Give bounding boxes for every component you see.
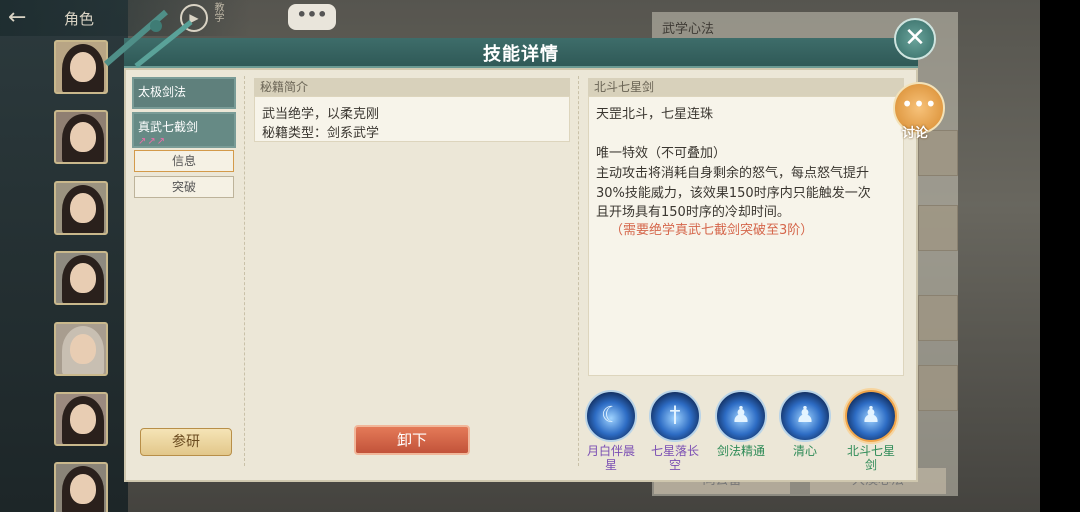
- character-portrait[interactable]: [54, 322, 108, 376]
- divider: [244, 76, 245, 466]
- back-arrow-icon[interactable]: ←: [8, 6, 46, 30]
- role-title: 角色: [64, 10, 95, 28]
- tutorial-label: 教学: [212, 2, 223, 22]
- detail-line: 主动攻击将消耗自身剩余的怒气，每点怒气提升: [596, 166, 870, 181]
- figure-icon: ♟: [845, 390, 897, 442]
- skill-seven-stars[interactable]: † 七星落长空: [647, 390, 703, 472]
- unload-button[interactable]: 卸下: [354, 425, 470, 455]
- background-slot: [918, 205, 958, 251]
- character-portrait[interactable]: [54, 251, 108, 305]
- character-portrait[interactable]: [54, 110, 108, 164]
- sword-circle-icon: †: [649, 390, 701, 442]
- skill-tab-label: 真武七截剑: [138, 120, 199, 134]
- skill-name: 七星落长空: [650, 444, 699, 472]
- tier-stars: ↗↗↗: [138, 136, 167, 147]
- requirement-text: （需要绝学真武七截剑突破至3阶）: [610, 223, 814, 238]
- skill-tab-taiji[interactable]: 太极剑法: [132, 77, 236, 109]
- skill-moon-star[interactable]: ☾ 月白伴晨星: [583, 390, 639, 472]
- crescent-blade-icon: ☾: [585, 390, 637, 442]
- skill-tab-label: 太极剑法: [138, 85, 187, 99]
- detail-line: 30%技能威力，该效果150时序内只能触发一次: [596, 186, 871, 201]
- detail-line: 天罡北斗，七星连珠: [596, 107, 714, 122]
- modal-title: 技能详情: [483, 44, 559, 65]
- figure-icon: ♟: [715, 390, 767, 442]
- detail-header: 北斗七星剑: [588, 78, 904, 96]
- skill-tab-zhenwu[interactable]: 真武七截剑 ↗↗↗: [132, 112, 236, 148]
- skill-name: 北斗七星剑: [846, 444, 895, 472]
- detail-line: 唯一特效（不可叠加）: [596, 146, 727, 161]
- skill-big-dipper[interactable]: ♟ 北斗七星剑: [843, 390, 899, 472]
- research-button[interactable]: 参研: [140, 428, 232, 456]
- detail-line: 且开场具有150时序的冷却时间。: [596, 205, 790, 220]
- skill-sword-mastery[interactable]: ♟ 剑法精通: [713, 390, 769, 458]
- skill-name: 月白伴晨星: [586, 444, 635, 472]
- skill-clear-heart[interactable]: ♟ 清心: [777, 390, 833, 458]
- background-slot: [918, 295, 958, 341]
- intro-header: 秘籍简介: [254, 78, 570, 96]
- sword-ornament-icon: [104, 9, 193, 68]
- screen-edge: [1040, 0, 1080, 512]
- character-portrait[interactable]: [54, 181, 108, 235]
- chat-bubble-icon[interactable]: •••: [288, 4, 336, 30]
- modal-header: 技能详情: [124, 38, 918, 68]
- background-slot: [918, 365, 958, 411]
- subtab-breakthrough[interactable]: 突破: [134, 176, 234, 198]
- figure-icon: ♟: [779, 390, 831, 442]
- intro-line: 秘籍类型：剑系武学: [262, 126, 380, 141]
- close-x-icon[interactable]: ✕: [894, 18, 936, 60]
- character-portrait[interactable]: [54, 462, 108, 512]
- skill-name: 剑法精通: [716, 444, 765, 458]
- martial-arts-panel-title: 武学心法: [662, 22, 715, 37]
- subtab-info[interactable]: 信息: [134, 150, 234, 172]
- divider: [578, 76, 579, 466]
- intro-line: 武当绝学，以柔克刚: [262, 107, 380, 122]
- discussion-label: 讨论: [902, 126, 929, 141]
- character-portrait[interactable]: [54, 392, 108, 446]
- skill-name: 清心: [792, 444, 817, 458]
